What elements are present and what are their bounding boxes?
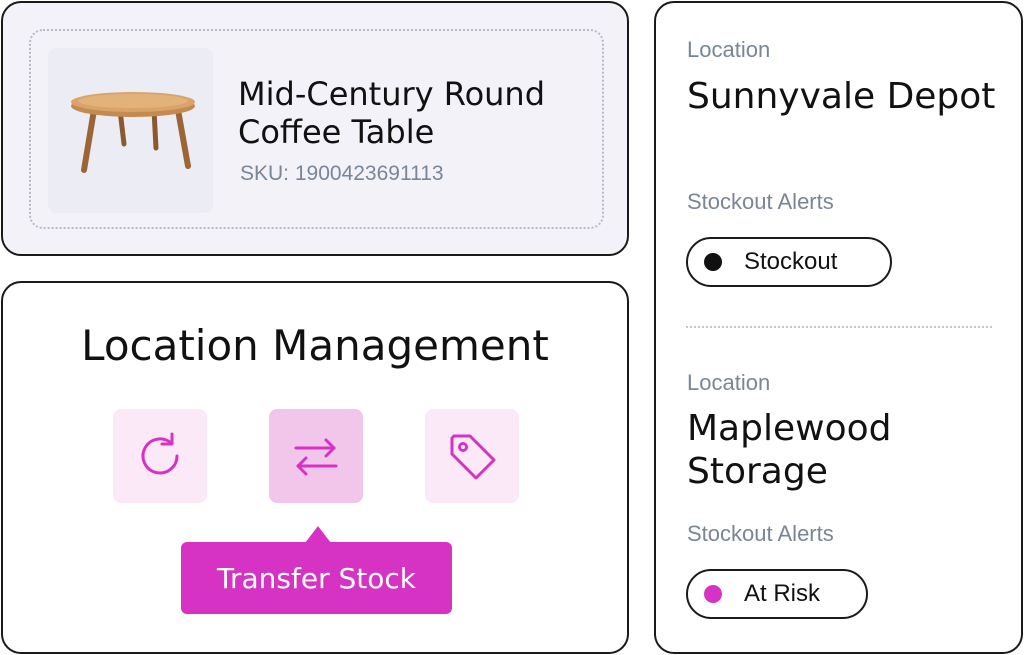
- location-name: Sunnyvale Depot: [687, 76, 996, 117]
- refresh-button[interactable]: [113, 409, 207, 503]
- transfer-stock-tooltip: Transfer Stock: [181, 526, 452, 614]
- transfer-stock-button[interactable]: [269, 409, 363, 503]
- refresh-icon: [141, 432, 179, 475]
- product-sku: SKU: 1900423691113: [240, 162, 444, 185]
- status-text: Stockout: [744, 248, 838, 275]
- location-label: Location: [687, 37, 771, 62]
- coffee-table-image: [71, 92, 195, 173]
- transfer-arrows-icon: [294, 438, 338, 476]
- location-name: Maplewood Storage: [687, 408, 892, 492]
- location-label: Location: [687, 370, 771, 395]
- section-title: Location Management: [81, 321, 549, 370]
- product-card: Mid-Century Round Coffee Table SKU: 1900…: [1, 1, 629, 256]
- status-dot: [704, 253, 722, 271]
- stockout-alerts-label: Stockout Alerts: [687, 189, 834, 214]
- status-dot: [704, 585, 722, 603]
- status-badge[interactable]: Stockout: [686, 237, 892, 287]
- product-title: Mid-Century Round Coffee Table: [238, 75, 546, 151]
- locations-card: Location Sunnyvale Depot Stockout Alerts…: [654, 1, 1023, 654]
- product-image: [48, 48, 213, 213]
- tooltip-label: Transfer Stock: [217, 561, 416, 595]
- tag-icon: [450, 434, 496, 480]
- product-summary: Mid-Century Round Coffee Table SKU: 1900…: [29, 29, 604, 229]
- tag-button[interactable]: [425, 409, 519, 503]
- location-management-card: Location Management Transfer Stock: [1, 281, 629, 654]
- status-text: At Risk: [744, 580, 821, 607]
- status-badge[interactable]: At Risk: [686, 569, 868, 619]
- stockout-alerts-label: Stockout Alerts: [687, 521, 834, 546]
- divider: [686, 326, 992, 328]
